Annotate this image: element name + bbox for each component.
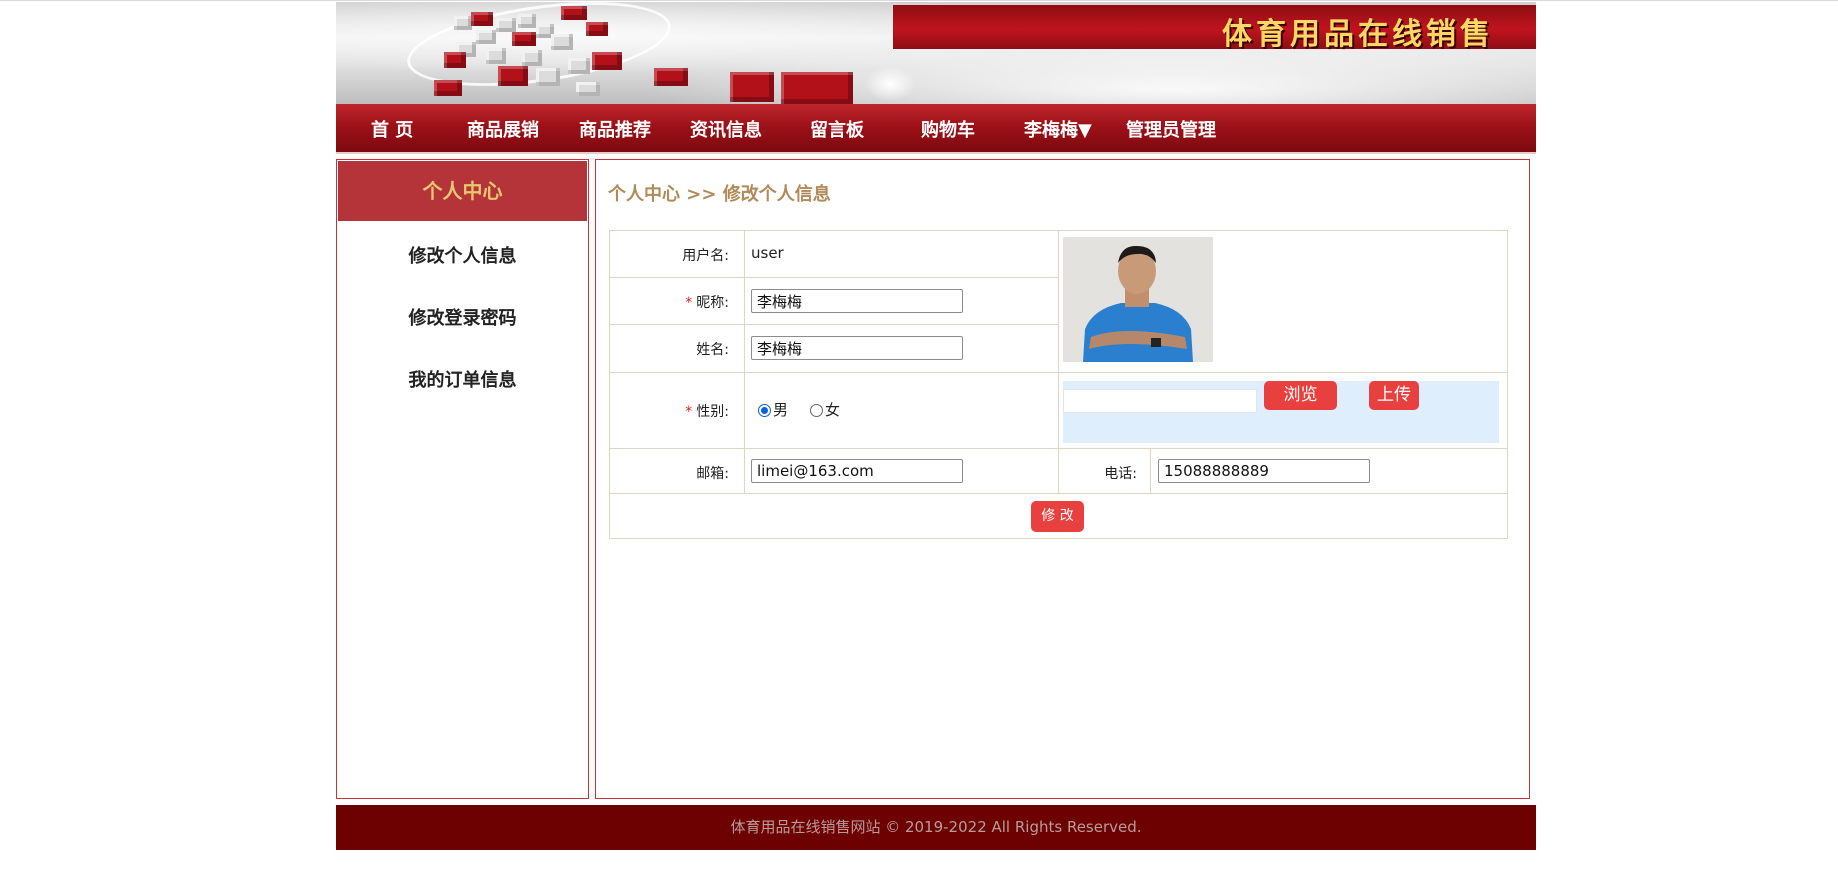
upload-area: 浏览 上传 [1063, 381, 1499, 443]
top-divider [0, 0, 1838, 1]
nav-item-home[interactable]: 首 页 [371, 116, 413, 142]
form-gridline [744, 231, 745, 493]
page-wrapper: 体育用品在线销售 首 页 商品展销 商品推荐 资讯信息 留言板 购物车 李梅梅▼… [336, 2, 1536, 850]
upload-button[interactable]: 上传 [1369, 381, 1419, 410]
banner-light-flare [860, 64, 920, 104]
phone-label: 电话: [1104, 466, 1137, 482]
nickname-input[interactable] [751, 289, 963, 313]
form-gridline [610, 493, 1507, 494]
form-gridline [1058, 231, 1059, 493]
profile-form: 用户名: user *昵称: 姓名: [609, 230, 1508, 539]
sidebar-item-change-password[interactable]: 修改登录密码 [337, 304, 588, 330]
gender-label: 性别: [696, 404, 729, 420]
form-gridline [610, 324, 1058, 325]
avatar-photo [1063, 237, 1213, 362]
nav-item-message-board[interactable]: 留言板 [810, 116, 864, 142]
breadcrumb: 个人中心 >> 修改个人信息 [608, 184, 831, 205]
gender-label-wrap: * 性别: [685, 401, 729, 421]
username-value: user [751, 244, 784, 262]
email-label: 邮箱: [696, 466, 729, 482]
form-gridline [1150, 448, 1151, 493]
nickname-label-wrap: * 昵称: [685, 292, 729, 312]
nav-item-cart[interactable]: 购物车 [921, 116, 975, 142]
gender-female-label[interactable]: 女 [825, 399, 840, 420]
sidebar-heading: 个人中心 [338, 161, 587, 221]
sidebar-item-my-orders[interactable]: 我的订单信息 [337, 366, 588, 392]
sidebar: 个人中心 修改个人信息 修改登录密码 我的订单信息 [336, 159, 589, 799]
name-label: 姓名: [696, 342, 729, 358]
main-nav: 首 页 商品展销 商品推荐 资讯信息 留言板 购物车 李梅梅▼ 管理员管理 [336, 104, 1536, 154]
nav-item-user-menu[interactable]: 李梅梅▼ [1024, 116, 1092, 142]
site-footer: 体育用品在线销售网站 © 2019-2022 All Rights Reserv… [336, 805, 1536, 850]
nav-item-admin[interactable]: 管理员管理 [1126, 116, 1216, 142]
phone-input[interactable] [1158, 459, 1370, 483]
site-title: 体育用品在线销售 [1222, 17, 1494, 52]
upload-path-input[interactable] [1063, 389, 1257, 413]
nav-item-products[interactable]: 商品展销 [467, 116, 539, 142]
username-label: 用户名: [682, 248, 729, 264]
gender-male-label[interactable]: 男 [773, 399, 788, 420]
sidebar-item-edit-profile[interactable]: 修改个人信息 [337, 242, 588, 268]
gender-male-radio[interactable] [758, 404, 771, 417]
gender-female-radio[interactable] [810, 404, 823, 417]
nav-item-recommended[interactable]: 商品推荐 [579, 116, 651, 142]
email-input[interactable] [751, 459, 963, 483]
submit-button[interactable]: 修 改 [1031, 501, 1084, 532]
form-gridline [610, 277, 1058, 278]
required-mark: * [685, 295, 693, 311]
name-input[interactable] [751, 336, 963, 360]
site-banner: 体育用品在线销售 [336, 2, 1536, 104]
nav-item-news[interactable]: 资讯信息 [690, 116, 762, 142]
banner-title-bar: 体育用品在线销售 [893, 5, 1536, 52]
required-mark: * [685, 404, 693, 420]
browse-button[interactable]: 浏览 [1264, 381, 1337, 410]
main-panel: 个人中心 >> 修改个人信息 用户名: user *昵称: 姓名: [595, 159, 1530, 799]
nickname-label: 昵称: [696, 295, 729, 311]
